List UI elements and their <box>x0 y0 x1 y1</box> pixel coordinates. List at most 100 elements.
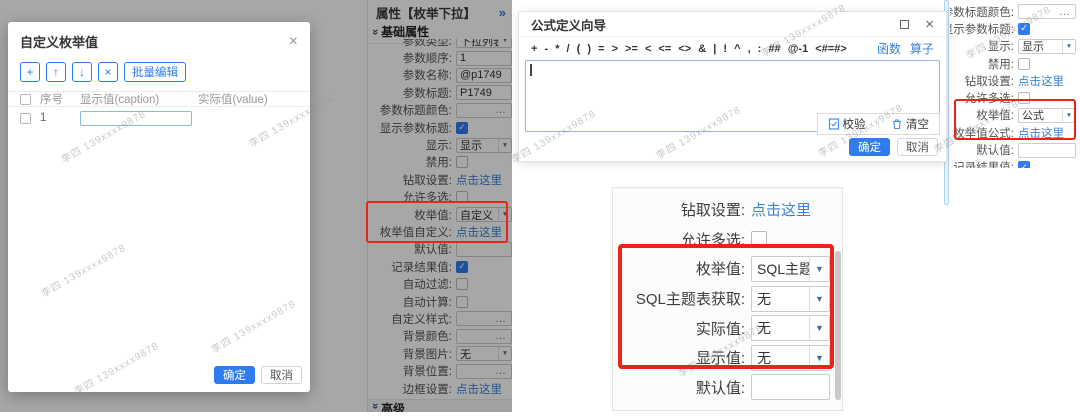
property-label: 显示值: <box>613 347 745 368</box>
property-row: 记录结果值: ✓ <box>950 159 1080 168</box>
maximize-icon[interactable] <box>900 20 909 29</box>
property-row: 枚举值公式:点击这里 <box>950 124 1080 141</box>
magnified-property-panel: 钻取设置:点击这里允许多选:枚举值:SQL主题表▼SQL主题表获取:无▼实际值:… <box>612 187 843 411</box>
dialog-footer: 确定 取消 <box>849 138 938 156</box>
dropdown-arrow-icon[interactable]: ▼ <box>809 257 829 281</box>
property-row: 钻取设置:点击这里 <box>950 72 1080 89</box>
property-panel-fragment: 参数标题颜色:…显示参数标题:✓显示:显示▼禁用:钻取设置:点击这里允许多选:枚… <box>950 0 1080 168</box>
click-here-link[interactable]: 点击这里 <box>1018 125 1064 141</box>
text-caret <box>530 64 532 76</box>
property-select[interactable]: 无▼ <box>751 286 830 312</box>
dialog-title: 公式定义向导 <box>531 15 900 34</box>
property-select[interactable]: 显示▼ <box>1018 39 1076 54</box>
select-value: 无 <box>752 316 809 340</box>
property-select[interactable]: 无▼ <box>751 345 830 371</box>
select-value: 无 <box>752 346 809 370</box>
select-value: SQL主题表 <box>752 257 809 281</box>
plus-icon: + <box>26 65 33 79</box>
property-label: 枚举值: <box>950 107 1014 123</box>
trash-icon <box>891 118 903 130</box>
column-header-index: 序号 <box>40 91 80 107</box>
property-label: 允许多选: <box>950 90 1014 106</box>
dialog-titlebar: 公式定义向导 × <box>519 12 946 37</box>
column-header-caption: 显示值(caption) <box>80 91 198 107</box>
select-all-checkbox[interactable] <box>20 94 31 105</box>
move-up-button[interactable]: ↑ <box>46 62 66 82</box>
operator-bar: + - * / ( ) = > >= < <= <> & | ! ^ , : #… <box>519 37 946 60</box>
dropdown-arrow-icon[interactable]: ▼ <box>809 346 829 370</box>
property-row: 显示参数标题: ✓ <box>950 20 1080 37</box>
property-select[interactable]: 公式▼ <box>1018 108 1076 123</box>
property-row: 显示值: 无▼ <box>613 343 842 373</box>
functions-link[interactable]: 函数 <box>877 40 901 57</box>
property-label: 枚举值公式: <box>950 125 1014 141</box>
dropdown-arrow-icon[interactable]: ▼ <box>809 316 829 340</box>
click-here-link[interactable]: 点击这里 <box>1018 73 1064 89</box>
properties-list: 钻取设置:点击这里允许多选:枚举值:SQL主题表▼SQL主题表获取:无▼实际值:… <box>613 188 842 402</box>
property-label: 显示参数标题: <box>950 21 1014 37</box>
property-label: 默认值: <box>950 142 1014 158</box>
operator-list[interactable]: + - * / ( ) = > >= < <= <> & | ! ^ , : #… <box>531 43 847 55</box>
property-label: 参数标题颜色: <box>950 4 1014 20</box>
dialog-titlebar: 自定义枚举值 × <box>8 22 310 57</box>
formula-tools: 校验 ｜ 清空 <box>817 113 941 135</box>
dialog-footer: 确定 取消 <box>214 366 302 384</box>
dropdown-arrow-icon[interactable]: ▼ <box>809 287 829 311</box>
table-row: 1 <box>8 107 310 129</box>
property-row: 默认值: <box>613 373 842 403</box>
clear-button[interactable]: 清空 <box>891 116 929 132</box>
property-row: 枚举值: SQL主题表▼ <box>613 254 842 284</box>
cancel-button[interactable]: 取消 <box>897 138 938 156</box>
property-label: 默认值: <box>613 377 745 398</box>
delete-icon: × <box>104 65 111 79</box>
ok-button[interactable]: 确定 <box>214 366 255 384</box>
property-checkbox[interactable] <box>1018 92 1030 104</box>
text-input[interactable] <box>1018 143 1076 158</box>
row-checkbox[interactable] <box>20 113 31 124</box>
operators-link[interactable]: 算子 <box>910 40 934 57</box>
scrollbar-thumb[interactable] <box>835 251 841 400</box>
column-header-value: 实际值(value) <box>198 91 310 107</box>
arrow-down-icon: ↓ <box>79 65 85 79</box>
property-label: 记录结果值: <box>950 159 1014 168</box>
select-value: 无 <box>752 287 809 311</box>
caption-input[interactable] <box>80 111 192 126</box>
property-checkbox[interactable] <box>751 231 767 247</box>
dropdown-arrow-icon[interactable]: ▼ <box>1062 40 1075 53</box>
validate-icon <box>828 118 840 130</box>
ellipsis-field[interactable]: … <box>1018 4 1076 19</box>
ok-button[interactable]: 确定 <box>849 138 890 156</box>
cancel-button[interactable]: 取消 <box>261 366 302 384</box>
tools-divider: ｜ <box>873 116 885 132</box>
text-input[interactable] <box>751 374 830 400</box>
property-checkbox[interactable] <box>1018 58 1030 70</box>
property-row: 默认值: <box>950 141 1080 158</box>
property-row: SQL主题表获取: 无▼ <box>613 284 842 314</box>
row-index: 1 <box>40 112 80 124</box>
property-label: 显示: <box>950 38 1014 54</box>
close-icon[interactable]: × <box>289 34 298 50</box>
property-select[interactable]: 无▼ <box>751 315 830 341</box>
click-here-link[interactable]: 点击这里 <box>751 199 811 220</box>
move-down-button[interactable]: ↓ <box>72 62 92 82</box>
property-row: 枚举值: 公式▼ <box>950 107 1080 124</box>
close-icon[interactable]: × <box>925 17 934 32</box>
dropdown-arrow-icon[interactable]: ▼ <box>1062 109 1075 122</box>
ellipsis-icon[interactable]: … <box>1059 6 1071 18</box>
property-label: SQL主题表获取: <box>613 288 745 309</box>
property-label: 禁用: <box>950 56 1014 72</box>
property-row: 允许多选: <box>613 225 842 255</box>
add-row-button[interactable]: + <box>20 62 40 82</box>
property-checkbox[interactable]: ✓ <box>1018 161 1030 168</box>
table-header: 序号 显示值(caption) 实际值(value) <box>8 91 310 107</box>
property-checkbox[interactable]: ✓ <box>1018 23 1030 35</box>
dialog-title: 自定义枚举值 <box>20 32 289 51</box>
property-select[interactable]: SQL主题表▼ <box>751 256 830 282</box>
batch-edit-button[interactable]: 批量编辑 <box>124 62 186 82</box>
custom-enum-dialog: 自定义枚举值 × + ↑ ↓ × 批量编辑 序号 显示值(caption) 实际… <box>8 22 310 392</box>
property-row: 实际值:无▼ <box>613 313 842 343</box>
delete-row-button[interactable]: × <box>98 62 118 82</box>
property-label: 枚举值: <box>613 258 745 279</box>
property-label: 允许多选: <box>613 229 745 250</box>
validate-button[interactable]: 校验 <box>828 116 866 132</box>
